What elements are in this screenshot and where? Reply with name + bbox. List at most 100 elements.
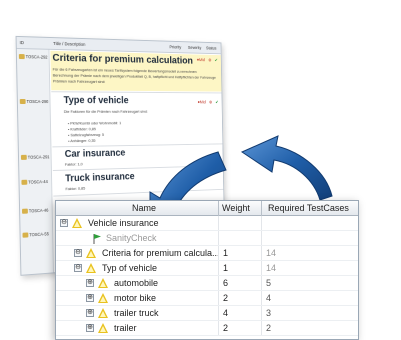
collapse-toggle-icon[interactable]: ⊖ <box>74 264 82 272</box>
tree-row[interactable]: ⊖ Criteria for premium calcula... 1 14 <box>56 246 358 261</box>
warning-icon <box>72 218 82 228</box>
header-id: ID <box>19 40 24 46</box>
section-id[interactable]: TOSCA-292 <box>18 53 48 60</box>
divider <box>51 91 222 94</box>
check-icon: ✔ <box>214 57 218 63</box>
tree-row-weight[interactable]: 4 <box>223 308 228 318</box>
tree-row[interactable]: ⊕ motor bike 2 4 <box>56 291 358 306</box>
header-status: Status <box>206 45 217 51</box>
tree-row-name: trailer <box>114 323 137 333</box>
cell-divider <box>218 306 219 320</box>
tree-row-weight[interactable]: 1 <box>223 248 228 258</box>
tree-row-name: Criteria for premium calcula... <box>102 248 220 258</box>
tree-row-required-testcases[interactable]: 3 <box>266 308 271 318</box>
tree-row-name: Typ of vehicle <box>102 263 158 273</box>
tree-row-weight[interactable]: 6 <box>223 278 228 288</box>
requirement-icon <box>21 208 28 214</box>
collapse-toggle-icon[interactable]: ⊖ <box>74 249 82 257</box>
cell-divider <box>218 261 219 275</box>
document-id-column <box>16 48 54 275</box>
header-priority: Priority <box>169 44 182 50</box>
section-status-icons: ●Mid ⊗ ✔ <box>197 57 218 63</box>
cell-divider <box>261 246 262 260</box>
tree-row[interactable]: ⊕ automobile 6 5 <box>56 276 358 291</box>
cell-divider <box>261 291 262 305</box>
cell-divider <box>218 291 219 305</box>
column-divider[interactable] <box>218 201 219 216</box>
section-status-icons: ●Mid ⊗ ✔ <box>198 100 219 106</box>
header-title: Title / Description <box>53 41 86 47</box>
expand-toggle-icon[interactable]: ⊕ <box>86 279 94 287</box>
divider <box>52 143 223 148</box>
collapse-toggle-icon[interactable]: ⊖ <box>60 219 68 227</box>
tree-row-weight[interactable]: 2 <box>223 293 228 303</box>
column-header-required[interactable]: Required TestCases <box>268 203 349 213</box>
tree-row-name: trailer truck <box>114 308 159 318</box>
cell-divider <box>261 216 262 230</box>
expand-toggle-icon[interactable]: ⊕ <box>86 294 94 302</box>
section-id[interactable]: TOSCA-291 <box>20 154 50 160</box>
cell-divider <box>218 246 219 260</box>
cell-divider <box>261 306 262 320</box>
expand-toggle-icon[interactable]: ⊕ <box>86 309 94 317</box>
tree-row-required-testcases[interactable]: 14 <box>266 263 276 273</box>
cell-divider <box>218 216 219 230</box>
check-icon: ✔ <box>216 150 220 156</box>
section-title: Car insurance <box>64 147 126 160</box>
section-status-icons: ✔ <box>216 151 219 157</box>
section-id[interactable]: TOSCA-290 <box>19 98 48 105</box>
tree-row[interactable]: ⊖ Typ of vehicle 1 14 <box>56 261 358 276</box>
cell-divider <box>261 231 262 245</box>
section-line: Prämien nach Fahrzeugart sind: <box>52 78 106 84</box>
requirement-icon <box>18 53 25 60</box>
warning-icon <box>98 278 108 288</box>
check-icon: ✔ <box>215 99 219 105</box>
section-line: Faktor: 0,85 <box>65 185 86 192</box>
tree-row-name: Vehicle insurance <box>88 218 159 228</box>
warning-icon <box>98 308 108 318</box>
warning-icon <box>86 248 96 258</box>
tree-row[interactable]: ⊕ trailer 2 2 <box>56 321 358 336</box>
expand-toggle-icon[interactable]: ⊕ <box>86 324 94 332</box>
tree-row[interactable]: SanityCheck <box>56 231 358 246</box>
grid-header: Name Weight Required TestCases <box>56 201 358 216</box>
tree-row-name: motor bike <box>114 293 157 303</box>
tree-row-weight[interactable]: 1 <box>223 263 228 273</box>
priority-icon: ●Mid <box>197 99 206 105</box>
section-line: Die Faktoren für die Prämien nach Fahrze… <box>63 108 148 114</box>
section-line: • Krafträder: 0,85 <box>67 126 96 132</box>
tree-row-name: automobile <box>114 278 159 288</box>
requirement-icon <box>22 232 29 238</box>
section-line: • Sattelzugfahrzeug: 5 <box>68 132 105 138</box>
header-severity: Severity <box>187 45 202 51</box>
tree-row-required-testcases[interactable]: 14 <box>266 248 276 258</box>
warning-icon <box>86 263 96 273</box>
column-header-weight[interactable]: Weight <box>222 203 250 213</box>
requirement-icon <box>19 98 26 105</box>
tree-row-weight[interactable]: 2 <box>223 323 228 333</box>
warning-icon <box>98 293 108 303</box>
priority-icon: ●Mid <box>196 57 206 63</box>
test-tree-grid[interactable]: Name Weight Required TestCases ⊖ Vehicle … <box>55 200 359 340</box>
requirement-icon <box>20 154 27 160</box>
tree-row[interactable]: ⊖ Vehicle insurance <box>56 216 358 231</box>
small-curved-arrow-icon <box>240 135 333 201</box>
section-title: Truck insurance <box>65 171 135 185</box>
cell-divider <box>218 231 219 245</box>
column-header-name[interactable]: Name <box>132 203 156 213</box>
tree-row-required-testcases[interactable]: 5 <box>266 278 271 288</box>
column-divider[interactable] <box>261 201 262 216</box>
section-id[interactable]: TOSCA-44 <box>21 179 48 185</box>
tree-row-required-testcases[interactable]: 2 <box>266 323 271 333</box>
tree-row-required-testcases[interactable]: 4 <box>266 293 271 303</box>
tree-row-name: SanityCheck <box>106 233 157 243</box>
section-line: Faktor: 1,0 <box>64 161 83 167</box>
cell-divider <box>218 276 219 290</box>
requirement-icon <box>21 179 28 185</box>
cell-divider <box>261 261 262 275</box>
tree-row[interactable]: ⊕ trailer truck 4 3 <box>56 306 358 321</box>
cell-divider <box>261 321 262 335</box>
severity-icon: ⊗ <box>208 57 212 63</box>
section-title: Type of vehicle <box>63 95 129 107</box>
flag-icon <box>93 234 101 244</box>
